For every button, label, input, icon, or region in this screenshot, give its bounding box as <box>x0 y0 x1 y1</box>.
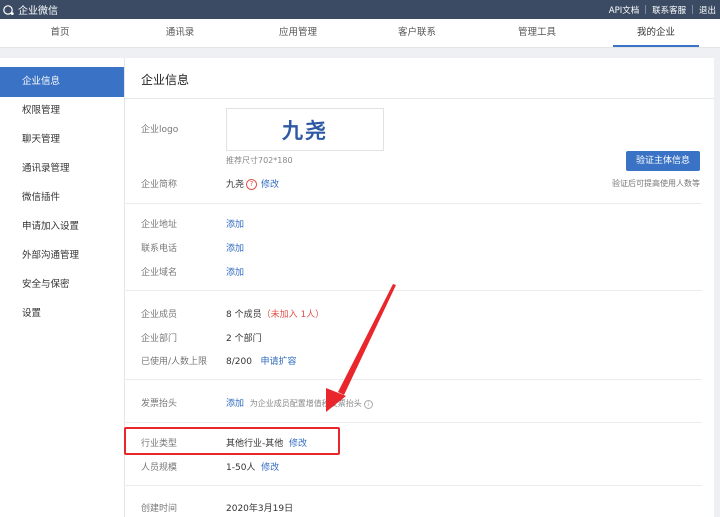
annotation-arrow <box>326 284 396 412</box>
